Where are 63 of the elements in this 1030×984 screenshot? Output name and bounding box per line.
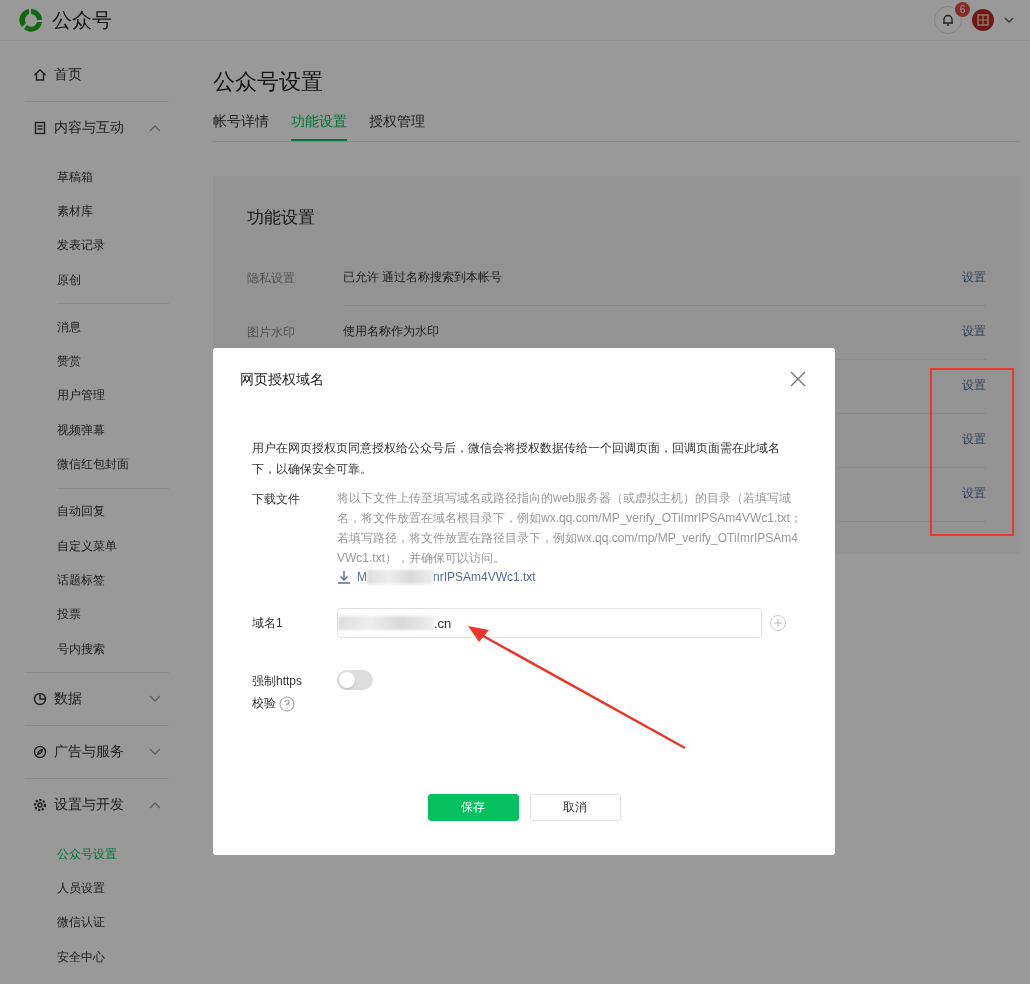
page-title: 公众号设置 (213, 68, 324, 96)
sidebar-subitem[interactable]: 安全中心 (25, 940, 169, 975)
row-value: 已允许 通过名称搜索到本帐号 (343, 270, 503, 284)
compass-icon (33, 745, 47, 760)
tab[interactable]: 授权管理 (369, 113, 425, 141)
chevron-up-icon[interactable] (149, 124, 161, 132)
chevron-up-icon[interactable] (149, 801, 161, 810)
help-icon[interactable] (279, 695, 295, 712)
sidebar-subitem[interactable]: 投票 (25, 597, 169, 632)
sidebar-subitem[interactable]: 自定义菜单 (25, 528, 169, 564)
download-link[interactable]: M nrIPSAm4VWc1.txt (337, 570, 805, 584)
sidebar-subitem[interactable]: 消息 (25, 310, 169, 345)
notification-badge: 6 (955, 2, 970, 17)
plus-icon (774, 619, 782, 627)
sidebar-subitem[interactable]: 视频弹幕 (25, 413, 169, 448)
sidebar-subitem[interactable]: 发表记录 (25, 228, 169, 263)
chevron-down-icon[interactable] (149, 695, 161, 704)
add-button[interactable] (770, 615, 786, 631)
settings-link[interactable]: 设置 (962, 377, 986, 394)
sidebar-subitem[interactable]: 用户管理 (25, 378, 169, 414)
settings-link[interactable]: 设置 (962, 431, 986, 448)
dialog-title: 网页授权域名 (240, 371, 324, 389)
sidebar-subitem[interactable]: 素材库 (25, 194, 169, 229)
sidebar-subitem[interactable]: 号内搜索 (25, 631, 169, 667)
row-label: 图片水印 (247, 324, 295, 339)
pie-chart-icon (33, 692, 47, 707)
field-label: 域名1 (252, 615, 284, 632)
domain-field[interactable]: .cn (337, 608, 762, 638)
settings-icon (33, 798, 47, 813)
settings-link[interactable]: 设置 (962, 269, 986, 286)
home-icon (33, 68, 47, 82)
https-switch[interactable] (337, 670, 373, 690)
tab[interactable]: 帐号详情 (213, 113, 269, 141)
download-note: 将以下文件上传至填写域名或路径指向的web服务器（或虚拟主机）的目录（若填写域名，将文件放置在域名根目录下，例如wx.qq.com/MP_verify_OTiImrIPSAm4VWc1.txt；若填写路径，将文件放置在路径目录下，例如wx.qq.com/mp/MP_verify_OTiImrIPSAm4VWc1.txt），并确保可以访问。 (337, 490, 803, 567)
sidebar-subitem[interactable]: 微信认证 (25, 905, 169, 941)
description: 用户在网页授权页同意授权给公众号后，微信会将授权数据传给一个回调页面，回调页面需在此域名下，以确保安全可靠。 (252, 440, 781, 478)
sidebar-item[interactable]: 内容与互动 (25, 102, 169, 154)
download-icon (337, 570, 351, 584)
sidebar-subitem[interactable]: 自动回复 (25, 494, 169, 529)
sidebar-subitem[interactable]: 微信红包封面 (25, 447, 169, 482)
logo-icon (18, 7, 44, 33)
sidebar-item[interactable]: 首页 (25, 49, 169, 101)
field-label: 下载文件 (252, 491, 301, 508)
document-icon (33, 121, 47, 135)
bell-icon (941, 13, 955, 27)
sidebar-subitem[interactable]: 人员设置 (25, 871, 169, 906)
settings-link[interactable]: 设置 (962, 323, 986, 340)
sidebar-subitem[interactable]: 赞赏 (25, 344, 169, 379)
app-name: 公众号 (52, 7, 112, 33)
avatar-icon[interactable] (972, 9, 994, 31)
cancel-button[interactable]: 取消 (529, 794, 621, 821)
sidebar-item[interactable]: 数据 (25, 673, 169, 726)
sidebar-subitem[interactable]: 话题标签 (25, 563, 169, 598)
chevron-down-icon[interactable] (1004, 17, 1014, 23)
chevron-down-icon[interactable] (149, 748, 161, 757)
row-value: 使用名称作为水印 (343, 324, 439, 338)
field-label: 强制https校验 (252, 673, 303, 714)
settings-link[interactable]: 设置 (962, 485, 986, 502)
sidebar-item[interactable]: 广告与服务 (25, 726, 169, 779)
card-title: 功能设置 (247, 207, 316, 229)
sidebar-subitem[interactable]: 草稿箱 (25, 160, 169, 195)
sidebar-item[interactable]: 设置与开发 (25, 779, 169, 832)
sidebar-subitem[interactable]: 原创 (25, 262, 169, 298)
